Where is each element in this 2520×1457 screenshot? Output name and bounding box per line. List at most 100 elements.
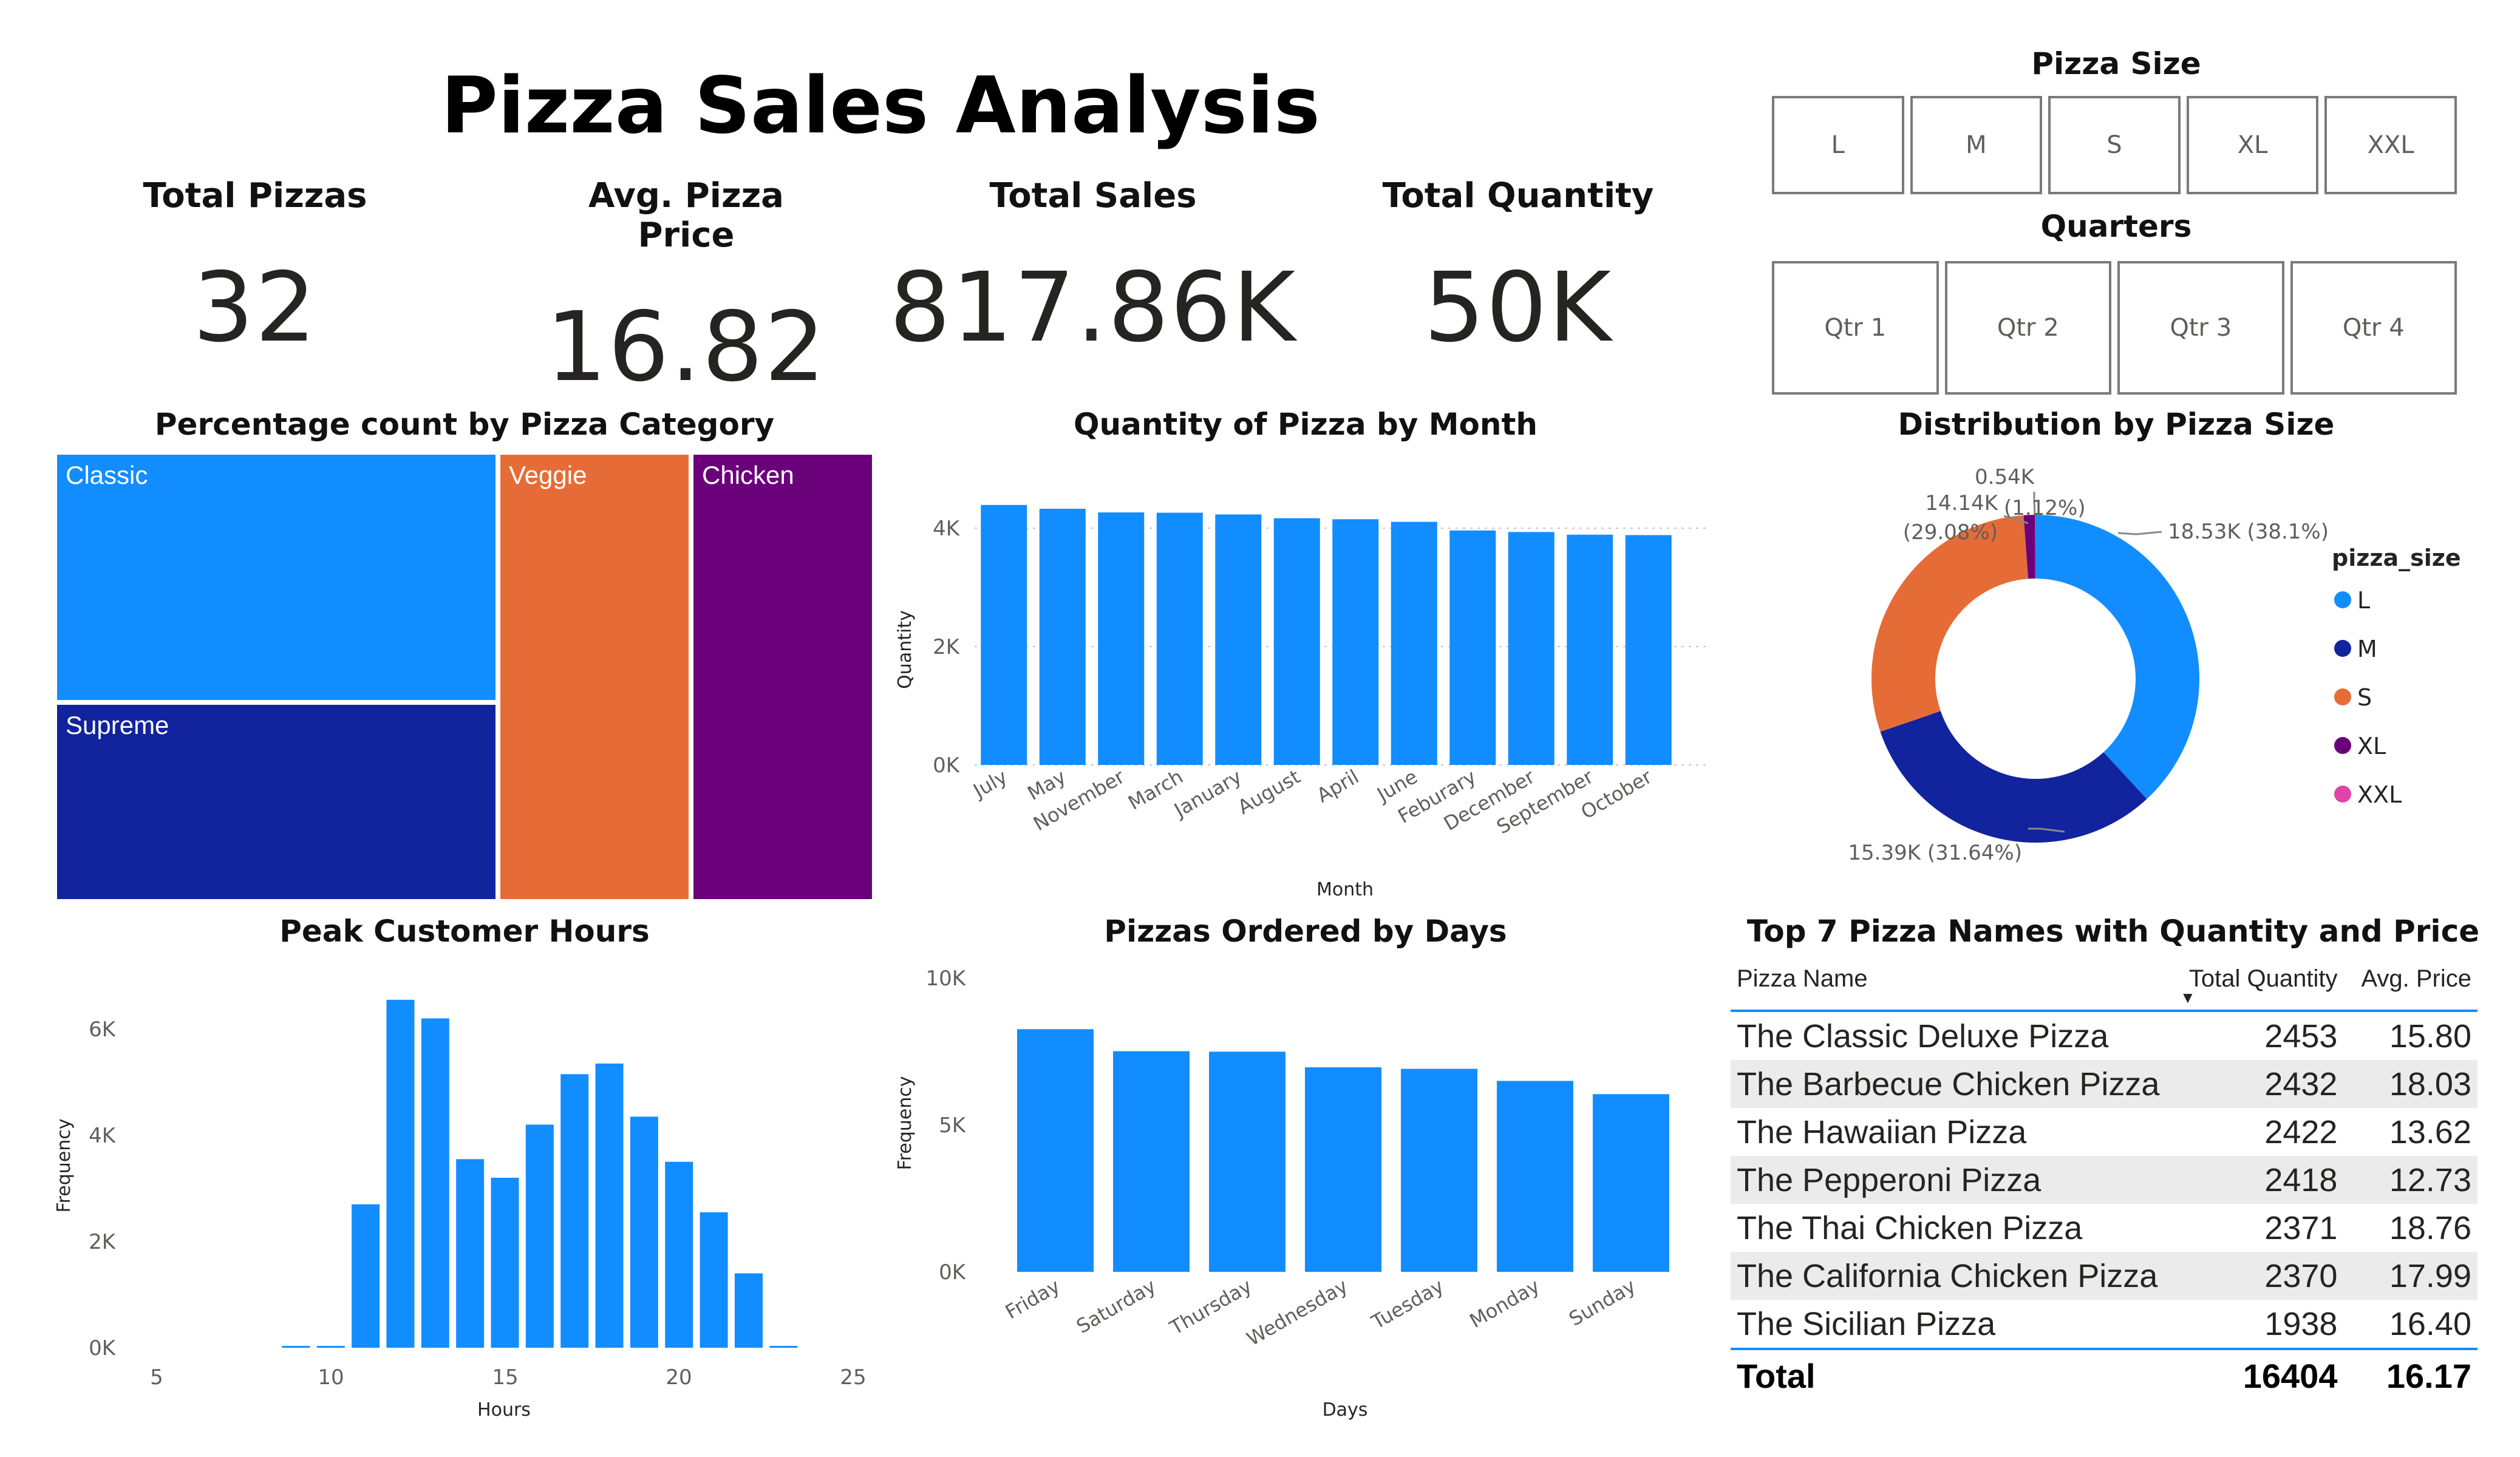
treemap-cell-supreme[interactable]: Supreme — [55, 702, 498, 902]
treemap-cell-classic[interactable]: Classic — [55, 452, 498, 702]
table-row[interactable]: The Pepperoni Pizza 2418 12.73 — [1731, 1156, 2477, 1204]
slicer-option-qtr-2[interactable]: Qtr 2 — [1944, 261, 2111, 395]
bar-hour-10[interactable] — [316, 1346, 345, 1348]
donut-label-xl: 0.54K — [1975, 465, 2035, 489]
column-header-avg-price[interactable]: Avg. Price — [2343, 960, 2477, 1011]
legend-swatch-s[interactable] — [2334, 688, 2351, 705]
monthly-bar-chart: 0K 2K 4K Quantity July MayNovemberMarchJa… — [894, 504, 1709, 900]
bar-march[interactable] — [1156, 512, 1203, 765]
bar-september[interactable] — [1567, 534, 1613, 765]
pizza-size-slicer: L M S XL XXL — [1772, 96, 2457, 194]
bar-november[interactable] — [1098, 512, 1145, 765]
slicer-option-l[interactable]: L — [1772, 96, 1904, 194]
bar-hour-9[interactable] — [282, 1346, 310, 1348]
cell-quantity: 2371 — [2264, 1209, 2338, 1246]
donut-label-s: 14.14K — [1925, 491, 1998, 515]
cell-price: 17.99 — [2343, 1252, 2477, 1300]
y-tick-label: 0K — [933, 753, 961, 778]
cell-price: 18.76 — [2389, 1209, 2471, 1246]
x-tick-label: Monday — [1466, 1274, 1544, 1333]
bar-hour-15[interactable] — [491, 1178, 519, 1348]
bar-wednesday[interactable] — [1305, 1067, 1381, 1272]
bar-thursday[interactable] — [1209, 1051, 1286, 1272]
bar-october[interactable] — [1625, 535, 1672, 765]
legend-swatch-xl[interactable] — [2334, 737, 2351, 754]
slicer-option-qtr-4[interactable]: Qtr 4 — [2290, 261, 2457, 395]
cell-quantity: 2370 — [2168, 1252, 2344, 1300]
table-row[interactable]: The Classic Deluxe Pizza 2453 15.80 — [1731, 1012, 2477, 1060]
bar-hour-19[interactable] — [630, 1116, 658, 1348]
bar-hour-16[interactable] — [525, 1124, 554, 1348]
bar-hour-13[interactable] — [421, 1018, 449, 1348]
bar-hour-21[interactable] — [700, 1212, 728, 1348]
column-header-pizza-name[interactable]: Pizza Name — [1731, 960, 2168, 1011]
x-tick-label: July — [969, 765, 1012, 803]
bar-saturday[interactable] — [1113, 1051, 1190, 1272]
legend-swatch-m[interactable] — [2334, 640, 2351, 657]
donut-label-xl-pct: (1.12%) — [2004, 496, 2086, 520]
donut-label-m: 15.39K (31.64%) — [1848, 841, 2022, 865]
bar-hour-12[interactable] — [386, 999, 415, 1348]
quarters-slicer-title: Quarters — [2040, 209, 2192, 244]
bar-monday[interactable] — [1497, 1081, 1573, 1272]
slicer-option-s[interactable]: S — [2048, 96, 2181, 194]
x-tick-label: Wednesday — [1243, 1274, 1352, 1351]
bar-friday[interactable] — [1017, 1029, 1094, 1272]
cell-pizza-name: The Pepperoni Pizza — [1731, 1156, 2168, 1204]
table-row[interactable]: The Barbecue Chicken Pizza 2432 18.03 — [1731, 1060, 2477, 1108]
legend-label-xl: XL — [2357, 733, 2386, 759]
bar-may[interactable] — [1039, 509, 1086, 765]
treemap-cell-chicken[interactable]: Chicken — [691, 452, 874, 902]
table-row[interactable]: The Hawaiian Pizza 2422 13.62 — [1731, 1108, 2477, 1156]
kpi-label: Total Sales — [989, 176, 1197, 216]
treemap-cell-veggie[interactable]: Veggie — [498, 452, 691, 902]
table-row[interactable]: The Thai Chicken Pizza 2371 18.76 — [1731, 1204, 2477, 1252]
bar-july[interactable] — [981, 504, 1027, 765]
slicer-option-m[interactable]: M — [1910, 96, 2043, 194]
y-axis-title: Frequency — [53, 1119, 75, 1213]
table-row[interactable]: The Sicilian Pizza 1938 16.40 — [1731, 1300, 2477, 1349]
donut-slice-s[interactable] — [1871, 515, 2029, 732]
slicer-option-xl[interactable]: XL — [2186, 96, 2319, 194]
bar-june[interactable] — [1391, 521, 1437, 765]
slicer-option-qtr-1[interactable]: Qtr 1 — [1772, 261, 1939, 395]
leader-line — [2117, 531, 2162, 535]
bar-hour-18[interactable] — [595, 1063, 624, 1348]
legend-label-l: L — [2357, 587, 2370, 614]
cell-quantity: 2453 — [2264, 1017, 2338, 1055]
donut-slice-m[interactable] — [1880, 711, 2147, 843]
cell-price: 12.73 — [2343, 1156, 2477, 1204]
kpi-value: 50K — [1423, 252, 1613, 364]
legend-swatch-xxl[interactable] — [2334, 786, 2351, 803]
kpi-label: Avg. Pizza Price — [588, 176, 784, 255]
treemap-title: Percentage count by Pizza Category — [154, 407, 775, 442]
bar-sunday[interactable] — [1593, 1094, 1669, 1272]
x-axis-title: Days — [1323, 1399, 1368, 1421]
legend-title: pizza_size — [2332, 545, 2461, 571]
y-tick-label: 10K — [925, 966, 966, 991]
bar-feburary[interactable] — [1449, 530, 1496, 765]
bar-hour-11[interactable] — [352, 1204, 380, 1348]
donut-slice-l[interactable] — [2035, 515, 2199, 800]
bar-december[interactable] — [1508, 532, 1555, 765]
bar-april[interactable] — [1332, 519, 1379, 765]
kpi-value: 32 — [192, 252, 318, 364]
category-treemap: Classic Supreme Veggie Chicken — [55, 452, 874, 902]
bar-hour-20[interactable] — [665, 1161, 693, 1348]
bar-january[interactable] — [1215, 514, 1262, 765]
sort-descending-icon[interactable]: ▼ — [2180, 988, 2196, 1007]
column-header-total-quantity[interactable]: Total Quantity ▼ — [2168, 960, 2343, 1011]
slicer-option-qtr-3[interactable]: Qtr 3 — [2117, 261, 2284, 395]
bar-tuesday[interactable] — [1401, 1068, 1477, 1272]
slicer-option-xxl[interactable]: XXL — [2324, 96, 2457, 194]
kpi-label: Total Pizzas — [143, 176, 367, 216]
days-chart-title: Pizzas Ordered by Days — [1104, 914, 1507, 949]
bar-hour-14[interactable] — [456, 1159, 485, 1348]
x-tick-label: 20 — [666, 1365, 692, 1390]
bar-hour-23[interactable] — [769, 1346, 798, 1348]
bar-hour-22[interactable] — [734, 1273, 763, 1348]
bar-hour-17[interactable] — [560, 1074, 589, 1348]
table-row[interactable]: The California Chicken Pizza 2370 17.99 — [1731, 1252, 2477, 1300]
legend-swatch-l[interactable] — [2334, 591, 2351, 608]
bar-august[interactable] — [1273, 518, 1320, 765]
